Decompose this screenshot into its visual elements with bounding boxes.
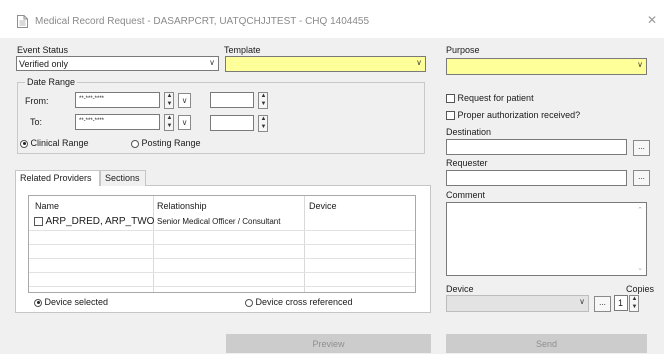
clinical-range-radio[interactable]: Clinical Range xyxy=(20,138,89,148)
chevron-down-icon: ∨ xyxy=(181,96,188,105)
requester-lookup-button[interactable]: ... xyxy=(633,170,650,186)
chevron-down-icon: ∨ xyxy=(181,118,188,127)
date-range-label: Date Range xyxy=(25,77,78,87)
event-status-value: Verified only xyxy=(19,59,69,69)
tab-sections[interactable]: Sections xyxy=(100,170,146,186)
provider-name: ARP_DRED, ARP_TWO xyxy=(45,216,155,227)
down-arrow-icon[interactable]: ▼ xyxy=(631,304,638,311)
clinical-range-label: Clinical Range xyxy=(30,138,89,148)
scroll-down-icon[interactable]: ⌄ xyxy=(637,264,643,272)
from-label: From: xyxy=(25,96,49,106)
requester-input[interactable] xyxy=(446,170,627,186)
medical-record-request-dialog: Medical Record Request - DASARPCRT, UATQ… xyxy=(0,0,664,354)
to-date-spinner[interactable]: ▲ ▼ xyxy=(164,114,174,131)
purpose-dropdown[interactable]: ∨ xyxy=(446,58,647,75)
to-time-spinner[interactable]: ▲ ▼ xyxy=(258,115,268,132)
radio-unselected-icon xyxy=(131,139,139,148)
provider-relationship: Senior Medical Officer / Consultant xyxy=(157,217,281,226)
column-header-relationship[interactable]: Relationship xyxy=(157,201,207,211)
up-arrow-icon[interactable]: ▲ xyxy=(166,93,173,100)
down-arrow-icon[interactable]: ▼ xyxy=(260,124,267,131)
document-icon xyxy=(17,15,28,28)
radio-unselected-icon xyxy=(245,298,253,307)
proper-authorization-checkbox[interactable]: Proper authorization received? xyxy=(446,110,581,121)
purpose-label: Purpose xyxy=(446,45,480,55)
from-calendar-dropdown[interactable]: ∨ xyxy=(178,93,191,108)
device-label: Device xyxy=(446,284,474,294)
posting-range-radio[interactable]: Posting Range xyxy=(131,138,201,148)
down-arrow-icon[interactable]: ▼ xyxy=(166,123,173,130)
to-time-input[interactable] xyxy=(210,115,254,131)
up-arrow-icon[interactable]: ▲ xyxy=(166,115,173,122)
column-header-device[interactable]: Device xyxy=(309,201,337,211)
preview-button[interactable]: Preview xyxy=(226,334,431,353)
from-date-input[interactable]: **-***-**** xyxy=(75,92,160,108)
device-selected-label: Device selected xyxy=(44,297,109,307)
event-status-label: Event Status xyxy=(17,45,69,55)
device-cross-referenced-radio[interactable]: Device cross referenced xyxy=(245,297,353,307)
proper-authorization-label: Proper authorization received? xyxy=(457,110,581,120)
posting-range-label: Posting Range xyxy=(141,138,201,148)
column-header-name[interactable]: Name xyxy=(35,201,59,211)
from-date-spinner[interactable]: ▲ ▼ xyxy=(164,92,174,109)
template-label: Template xyxy=(224,45,261,55)
up-arrow-icon[interactable]: ▲ xyxy=(260,116,267,123)
to-date-value: **-***-**** xyxy=(79,118,105,124)
from-time-input[interactable] xyxy=(210,92,254,108)
up-arrow-icon[interactable]: ▲ xyxy=(260,93,267,100)
device-lookup-button[interactable]: ... xyxy=(594,296,611,312)
chevron-down-icon: ∨ xyxy=(637,60,643,69)
radio-selected-icon xyxy=(20,139,28,148)
request-for-patient-label: Request for patient xyxy=(457,93,534,103)
comment-label: Comment xyxy=(446,190,486,200)
send-button[interactable]: Send xyxy=(446,334,647,353)
title-bar: Medical Record Request - DASARPCRT, UATQ… xyxy=(0,0,664,38)
radio-selected-icon xyxy=(34,298,42,307)
copies-value: 1 xyxy=(618,298,624,308)
close-icon[interactable]: ✕ xyxy=(647,13,657,27)
chevron-down-icon: ∨ xyxy=(579,297,585,306)
table-row[interactable]: ARP_DRED, ARP_TWO xyxy=(34,216,154,227)
down-arrow-icon[interactable]: ▼ xyxy=(166,101,173,108)
device-selected-radio[interactable]: Device selected xyxy=(34,297,108,307)
destination-label: Destination xyxy=(446,127,492,137)
provider-checkbox[interactable] xyxy=(34,217,43,227)
destination-lookup-button[interactable]: ... xyxy=(633,140,650,156)
tab-sections-label: Sections xyxy=(105,173,140,183)
chevron-down-icon: ∨ xyxy=(209,58,215,67)
chevron-down-icon: ∨ xyxy=(416,58,422,67)
to-label: To: xyxy=(30,117,43,127)
copies-spinner[interactable]: ▲ ▼ xyxy=(629,295,639,312)
request-for-patient-checkbox[interactable]: Request for patient xyxy=(446,93,534,104)
copies-input[interactable]: 1 xyxy=(614,295,628,311)
destination-input[interactable] xyxy=(446,139,627,155)
to-calendar-dropdown[interactable]: ∨ xyxy=(178,115,191,130)
checkbox-icon xyxy=(446,111,455,121)
tab-related-providers[interactable]: Related Providers xyxy=(15,170,100,186)
to-date-input[interactable]: **-***-**** xyxy=(75,114,160,130)
up-arrow-icon[interactable]: ▲ xyxy=(631,296,638,303)
copies-label: Copies xyxy=(626,284,655,294)
down-arrow-icon[interactable]: ▼ xyxy=(260,101,267,108)
event-status-dropdown[interactable]: Verified only ∨ xyxy=(16,56,219,71)
from-time-spinner[interactable]: ▲ ▼ xyxy=(258,92,268,109)
device-dropdown[interactable]: ∨ xyxy=(446,295,589,312)
comment-textarea[interactable]: ⌃ ⌄ xyxy=(446,202,647,276)
template-dropdown[interactable]: ∨ xyxy=(225,56,426,72)
window-title: Medical Record Request - DASARPCRT, UATQ… xyxy=(35,16,369,27)
scroll-up-icon[interactable]: ⌃ xyxy=(637,206,643,214)
requester-label: Requester xyxy=(446,158,488,168)
checkbox-icon xyxy=(446,94,455,104)
providers-table: Name Relationship Device ARP_DRED, ARP_T… xyxy=(28,195,416,293)
tab-related-providers-label: Related Providers xyxy=(20,173,92,183)
device-cross-referenced-label: Device cross referenced xyxy=(255,297,353,307)
from-date-value: **-***-**** xyxy=(79,96,105,102)
